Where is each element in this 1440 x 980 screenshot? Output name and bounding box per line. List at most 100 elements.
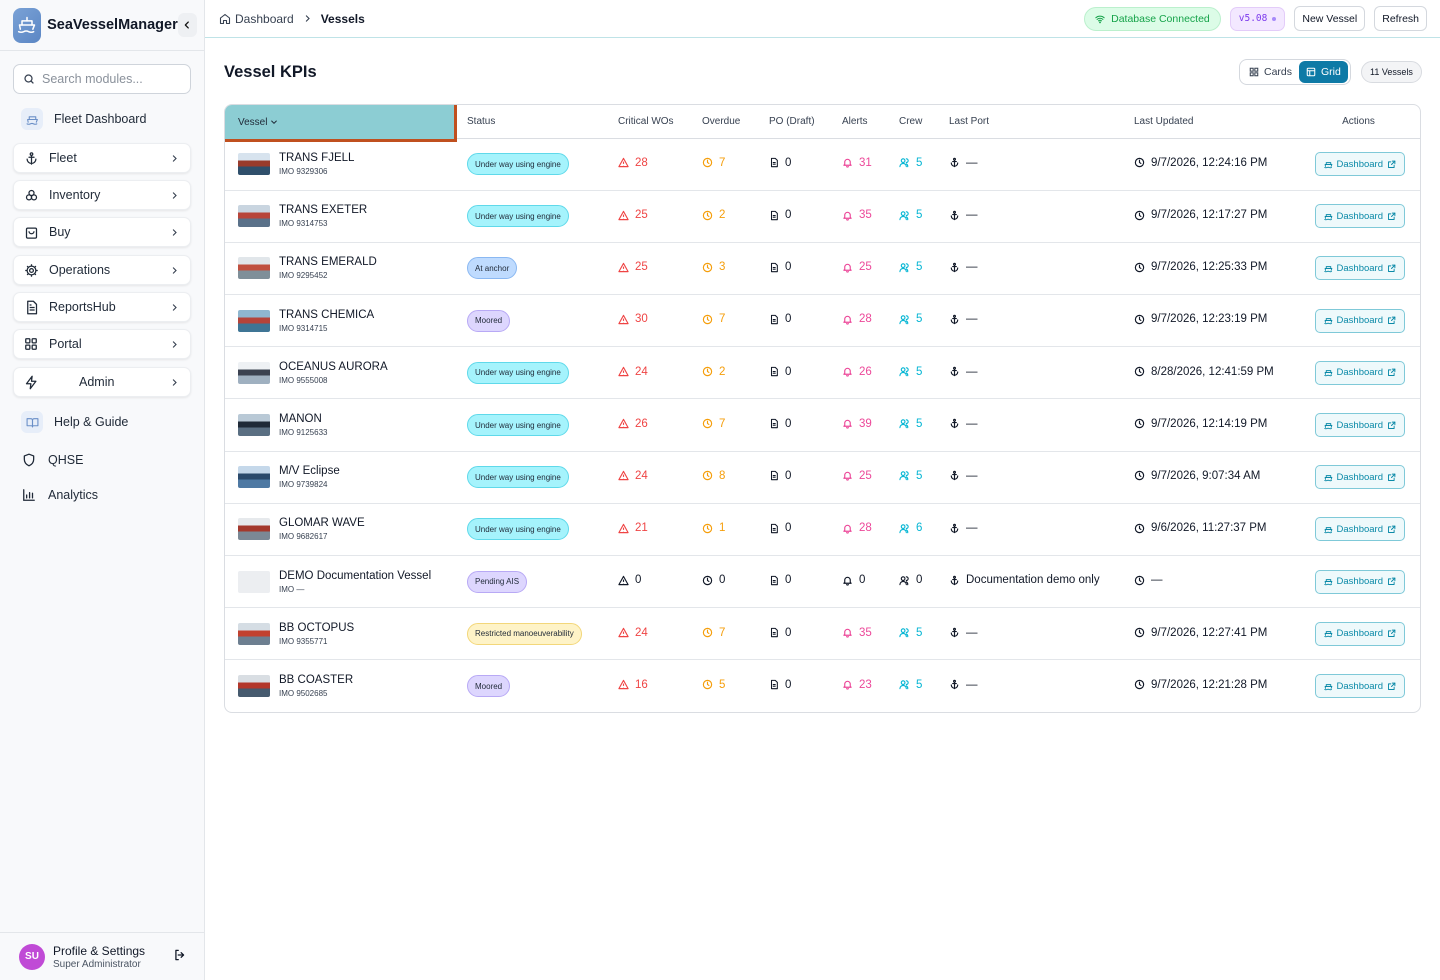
vessel-name[interactable]: BB OCTOPUS	[279, 622, 354, 634]
vessel-imo: IMO 9314753	[279, 219, 328, 229]
vessel-name[interactable]: BB COASTER	[279, 674, 353, 686]
table-row[interactable]: OCEANUS AURORA IMO 9555008 Under way usi…	[225, 347, 1420, 399]
refresh-button[interactable]: Refresh	[1374, 6, 1427, 31]
collapse-sidebar-button[interactable]	[177, 13, 197, 37]
search-input[interactable]	[42, 72, 182, 86]
bell-icon	[843, 211, 852, 221]
last-updated-value: 9/7/2026, 12:21:28 PM	[1134, 679, 1267, 691]
vessel-name[interactable]: MANON	[279, 413, 327, 425]
vessel-dashboard-button[interactable]: Dashboard	[1314, 517, 1405, 542]
vessel-cell[interactable]: TRANS FJELL IMO 9329306	[225, 152, 457, 176]
vessel-dashboard-button[interactable]: Dashboard	[1314, 204, 1405, 229]
table-row[interactable]: BB OCTOPUS IMO 9355771 Restricted manoeu…	[225, 608, 1420, 660]
sidebar-item-operations[interactable]: Operations	[13, 255, 191, 285]
vessel-dashboard-button[interactable]: Dashboard	[1314, 569, 1405, 594]
vessel-cell[interactable]: DEMO Documentation Vessel IMO —	[225, 570, 457, 594]
column-header-critical-wos[interactable]: Critical WOs	[618, 105, 702, 139]
last-updated-value: 9/7/2026, 12:17:27 PM	[1134, 209, 1267, 221]
new-vessel-button[interactable]: New Vessel	[1294, 6, 1366, 31]
vessel-cell[interactable]: M/V Eclipse IMO 9739824	[225, 465, 457, 489]
avatar[interactable]: SU	[19, 943, 45, 970]
sidebar-item-portal[interactable]: Portal	[13, 329, 191, 359]
vessel-cell[interactable]: TRANS EXETER IMO 9314753	[225, 204, 457, 228]
vessel-name[interactable]: OCEANUS AURORA	[279, 361, 388, 373]
vessel-cell[interactable]: TRANS EMERALD IMO 9295452	[225, 256, 457, 280]
table-row[interactable]: M/V Eclipse IMO 9739824 Under way using …	[225, 451, 1420, 504]
column-header-last-updated[interactable]: Last Updated	[1134, 105, 1297, 139]
logout-icon[interactable]	[173, 948, 187, 965]
breadcrumb-home[interactable]: Dashboard	[219, 12, 294, 26]
vessel-sort-header[interactable]: Vessel	[225, 105, 457, 142]
overdue-count: 7	[719, 417, 726, 430]
column-header-vessel[interactable]: Vessel	[225, 105, 457, 142]
vessel-dashboard-button[interactable]: Dashboard	[1314, 674, 1405, 699]
status-badge: Under way using engine	[467, 466, 569, 489]
search-modules[interactable]	[13, 64, 191, 94]
ship-icon	[1323, 683, 1332, 690]
po-draft-value: 0	[769, 574, 791, 586]
column-header-po-draft[interactable]: PO (Draft)	[769, 105, 842, 139]
sidebar-item-analytics[interactable]: Analytics	[21, 487, 98, 503]
table-row[interactable]: MANON IMO 9125633 Under way using engine…	[225, 399, 1420, 452]
po-draft-value: 0	[769, 366, 791, 378]
vessel-name[interactable]: GLOMAR WAVE	[279, 517, 365, 529]
po-draft-value: 0	[769, 209, 791, 221]
vessel-cell[interactable]: BB OCTOPUS IMO 9355771	[225, 622, 457, 646]
vessel-cell[interactable]: MANON IMO 9125633	[225, 413, 457, 437]
critical-wos-value: 28	[618, 157, 648, 169]
table-row[interactable]: TRANS EXETER IMO 9314753 Under way using…	[225, 190, 1420, 243]
sidebar-item-reportshub[interactable]: ReportsHub	[13, 292, 191, 322]
vessel-dashboard-button[interactable]: Dashboard	[1314, 152, 1405, 177]
column-header-alerts[interactable]: Alerts	[842, 105, 899, 139]
table-row[interactable]: TRANS EMERALD IMO 9295452 At anchor 25 3…	[225, 242, 1420, 295]
external-link-icon	[1388, 577, 1396, 586]
table-row[interactable]: TRANS CHEMICA IMO 9314715 Moored 30 7 0	[225, 295, 1420, 347]
cards-view-label: Cards	[1264, 66, 1293, 78]
ship-icon	[1323, 370, 1332, 377]
sidebar-item-help[interactable]: Help & Guide	[13, 407, 191, 437]
anchor-icon	[950, 262, 959, 272]
sidebar-item-admin[interactable]: Admin	[13, 367, 191, 397]
sidebar-item-qhse[interactable]: QHSE	[21, 452, 83, 468]
table-row[interactable]: DEMO Documentation Vessel IMO — Pending …	[225, 556, 1420, 608]
vessel-dashboard-button[interactable]: Dashboard	[1314, 360, 1405, 385]
overdue-count: 7	[719, 156, 726, 169]
column-header-crew[interactable]: Crew	[899, 105, 949, 139]
vessel-cell[interactable]: BB COASTER IMO 9502685	[225, 674, 457, 698]
vessel-dashboard-button[interactable]: Dashboard	[1314, 465, 1405, 490]
sidebar-item-fleet-dashboard[interactable]: Fleet Dashboard	[13, 104, 191, 134]
vessel-dashboard-button[interactable]: Dashboard	[1314, 413, 1405, 438]
vessel-name[interactable]: TRANS FJELL	[279, 152, 354, 164]
vessel-dashboard-button[interactable]: Dashboard	[1314, 621, 1405, 646]
grid-view-button[interactable]: Grid	[1299, 61, 1348, 83]
vessel-imo: IMO 9329306	[279, 167, 328, 177]
table-row[interactable]: BB COASTER IMO 9502685 Moored 16 5 0 23 …	[225, 660, 1420, 712]
clock-icon	[702, 523, 713, 533]
table-row[interactable]: GLOMAR WAVE IMO 9682617 Under way using …	[225, 503, 1420, 556]
vessel-name[interactable]: DEMO Documentation Vessel	[279, 570, 431, 582]
vessel-thumbnail	[238, 466, 270, 489]
table-row[interactable]: TRANS FJELL IMO 9329306 Under way using …	[225, 138, 1420, 191]
vessel-name[interactable]: TRANS EXETER	[279, 204, 367, 216]
vessel-name[interactable]: TRANS EMERALD	[279, 256, 377, 268]
vessel-name[interactable]: TRANS CHEMICA	[279, 309, 374, 321]
vessel-cell[interactable]: GLOMAR WAVE IMO 9682617	[225, 517, 457, 541]
external-link-icon	[1388, 473, 1396, 481]
sidebar-item-fleet[interactable]: Fleet	[13, 143, 191, 173]
vessel-name[interactable]: M/V Eclipse	[279, 465, 340, 477]
ship-logo-icon[interactable]	[13, 7, 42, 43]
ship-icon	[1323, 161, 1332, 168]
vessel-cell[interactable]: TRANS CHEMICA IMO 9314715	[225, 309, 457, 333]
column-header-last-port[interactable]: Last Port	[949, 105, 1134, 139]
overdue-value: 7	[702, 627, 725, 639]
vessel-dashboard-button[interactable]: Dashboard	[1314, 256, 1405, 281]
column-header-status[interactable]: Status	[457, 105, 618, 139]
column-header-overdue[interactable]: Overdue	[702, 105, 769, 139]
bell-icon	[843, 315, 852, 325]
vessel-cell[interactable]: OCEANUS AURORA IMO 9555008	[225, 361, 457, 385]
vessel-dashboard-button[interactable]: Dashboard	[1314, 308, 1405, 333]
profile-link[interactable]: Profile & Settings Super Administrator	[53, 944, 145, 970]
sidebar-item-buy[interactable]: Buy	[13, 217, 191, 247]
cards-view-button[interactable]: Cards	[1242, 61, 1299, 83]
sidebar-item-inventory[interactable]: Inventory	[13, 180, 191, 210]
